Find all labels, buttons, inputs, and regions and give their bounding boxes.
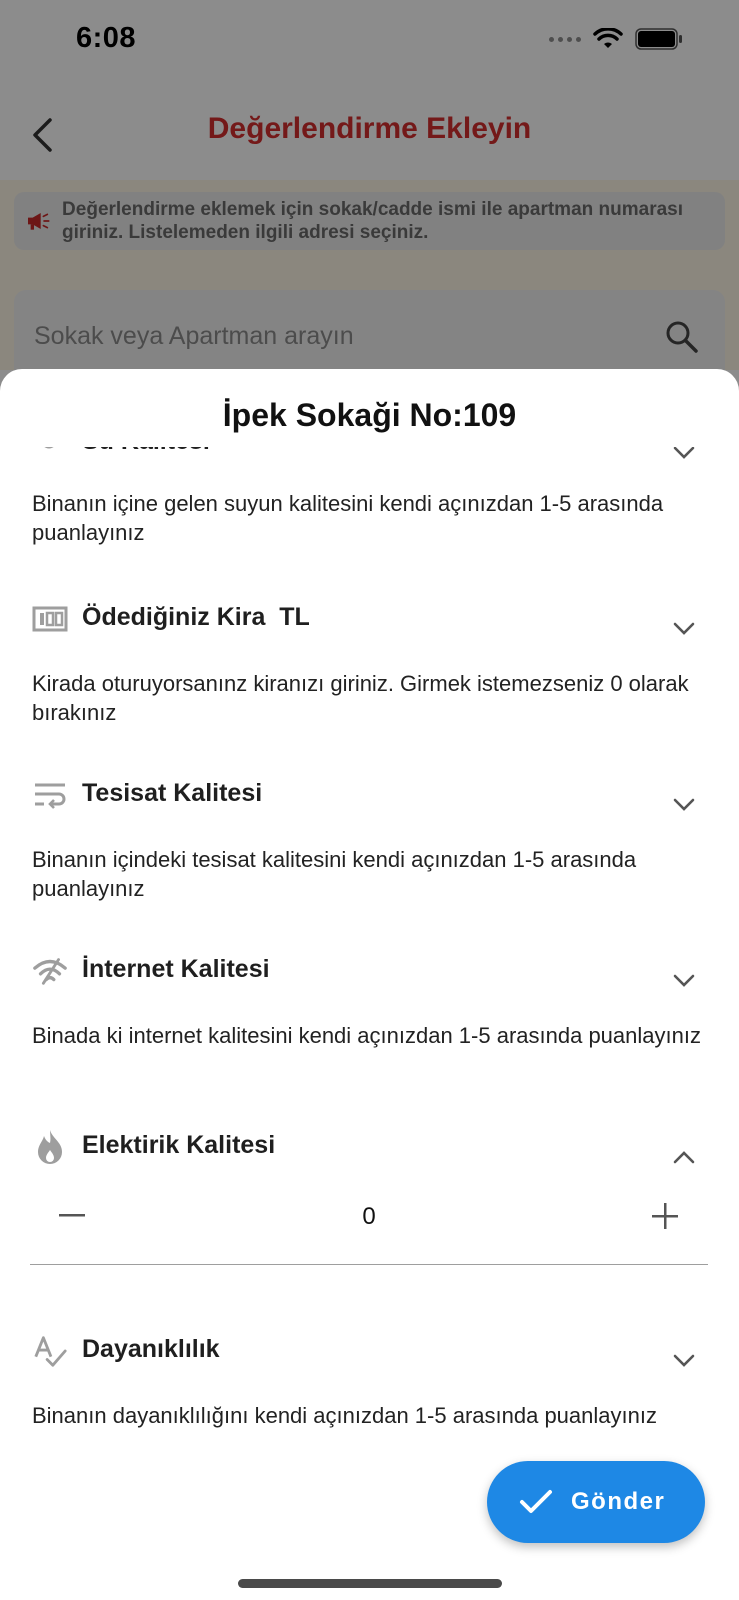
section-description: Binanın içine gelen suyun kalitesini ken… (32, 491, 664, 545)
chevron-down-icon[interactable] (668, 965, 700, 997)
section-header[interactable]: Dayanıklılık (30, 1329, 710, 1373)
section-header[interactable]: İnternet Kalitesi (30, 949, 710, 993)
increment-button[interactable] (650, 1201, 680, 1231)
section-description: Binanın dayanıklılığını kendi açınızdan … (32, 1403, 657, 1428)
section-description: Binada ki internet kalitesini kendi açın… (32, 1023, 701, 1048)
submit-button-label: Gönder (571, 1488, 666, 1515)
section-description: Kirada oturuyorsanınz kiranızı giriniz. … (32, 671, 689, 725)
section-header[interactable]: Ödediğiniz Kira TL (30, 597, 710, 641)
section-title: Elektirik Kalitesi (82, 1131, 276, 1159)
section-title: Tesisat Kalitesi (82, 779, 263, 807)
section-header[interactable]: Elektirik Kalitesi (30, 1125, 710, 1169)
check-icon (520, 1490, 552, 1513)
section-title: Ödediğiniz Kira TL (82, 603, 310, 631)
stepper-value: 0 (362, 1203, 376, 1230)
money-icon (32, 601, 68, 637)
bottom-sheet: İpek Sokaği No:109 Su Kalitesi Binanın i… (0, 369, 739, 1600)
section-title: Dayanıklılık (82, 1335, 220, 1363)
section-title: İnternet Kalitesi (82, 955, 270, 983)
plus-icon (652, 1203, 678, 1229)
chevron-up-icon[interactable] (668, 1141, 700, 1173)
wifi-off-icon (32, 953, 68, 989)
section-description: Binanın içindeki tesisat kalitesini kend… (32, 847, 637, 901)
wrap-text-icon (32, 777, 68, 813)
submit-button[interactable]: Gönder (487, 1461, 705, 1543)
section-header[interactable]: Tesisat Kalitesi (30, 773, 710, 817)
sheet-title: İpek Sokaği No:109 (0, 397, 739, 447)
spellcheck-icon (32, 1333, 68, 1369)
chevron-down-icon[interactable] (668, 613, 700, 645)
home-indicator[interactable] (238, 1579, 502, 1588)
quantity-stepper: 0 (30, 1185, 708, 1265)
chevron-down-icon[interactable] (668, 1345, 700, 1377)
sheet-scroll[interactable]: Su Kalitesi Binanın içine gelen suyun ka… (0, 369, 739, 1600)
flame-icon (32, 1129, 68, 1165)
chevron-down-icon[interactable] (668, 789, 700, 821)
